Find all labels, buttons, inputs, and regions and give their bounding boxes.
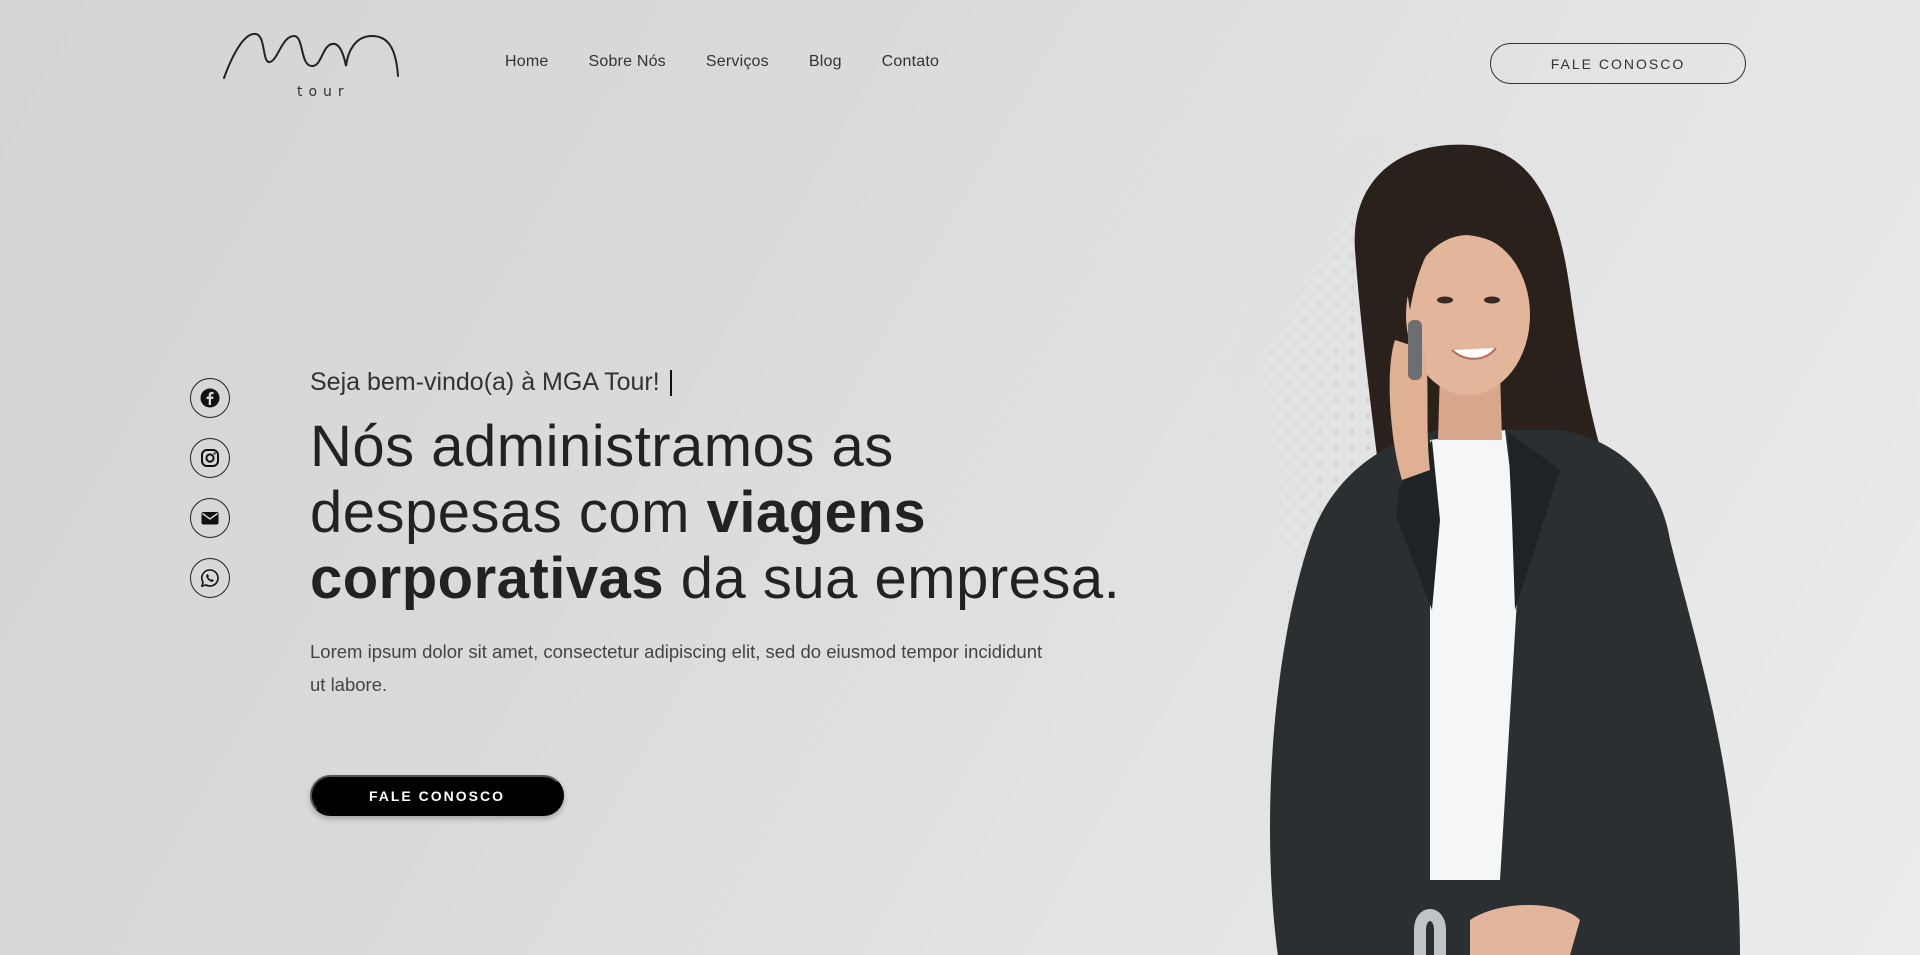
- email-button[interactable]: [190, 498, 230, 538]
- hero-headline: Nós administramos as despesas com viagen…: [310, 414, 1130, 612]
- site-header: tour Home Sobre Nós Serviços Blog Contat…: [0, 0, 1920, 130]
- headline-part2: da sua empresa.: [664, 546, 1121, 611]
- welcome-line: Seja bem-vindo(a) à MGA Tour!: [310, 368, 1130, 397]
- hero-photo-businesswoman: [1140, 140, 1740, 955]
- email-icon: [201, 512, 219, 525]
- header-contact-button[interactable]: FALE CONOSCO: [1490, 43, 1746, 84]
- logo-subtitle: tour: [297, 84, 350, 100]
- whatsapp-button[interactable]: [190, 558, 230, 598]
- whatsapp-icon: [200, 569, 219, 588]
- nav-link-home[interactable]: Home: [505, 53, 548, 71]
- typing-caret: [669, 369, 672, 396]
- welcome-text: Seja bem-vindo(a) à MGA Tour!: [310, 368, 660, 396]
- main-nav: Home Sobre Nós Serviços Blog Contato: [505, 53, 939, 71]
- logo-mark: [223, 32, 399, 79]
- instagram-button[interactable]: [190, 438, 230, 478]
- nav-link-servicos[interactable]: Serviços: [706, 53, 769, 71]
- instagram-icon: [201, 449, 219, 467]
- nav-link-sobre-nos[interactable]: Sobre Nós: [588, 53, 665, 71]
- nav-link-contato[interactable]: Contato: [882, 53, 939, 71]
- facebook-button[interactable]: [190, 378, 230, 418]
- hero-contact-button[interactable]: FALE CONOSCO: [310, 775, 564, 816]
- facebook-icon: [200, 388, 220, 408]
- hero-description: Lorem ipsum dolor sit amet, consectetur …: [310, 641, 1043, 695]
- nav-link-blog[interactable]: Blog: [809, 53, 842, 71]
- logo[interactable]: tour: [222, 26, 402, 102]
- hero-section: Seja bem-vindo(a) à MGA Tour! Nós admini…: [310, 368, 1130, 816]
